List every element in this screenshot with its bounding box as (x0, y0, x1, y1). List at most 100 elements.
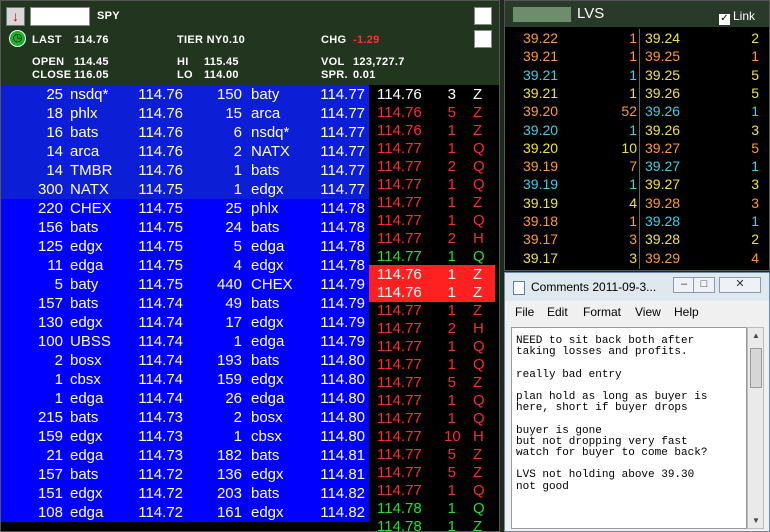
bid-size: 156 (37, 219, 63, 236)
ask-size: 25 (225, 200, 242, 217)
bid-size: 1 (54, 371, 63, 388)
bid-exchange: baty (70, 276, 99, 293)
clock-icon[interactable]: ◷ (9, 30, 26, 47)
ask-size: 4 (233, 257, 242, 274)
lvs-bid-size: 3 (629, 249, 637, 266)
bid-exchange: bats (70, 295, 99, 312)
bid-exchange: cbsx (70, 371, 101, 388)
note-line: taking losses and profits. (516, 346, 688, 359)
tape-size: 1 (447, 302, 456, 319)
lvs-ask-size: 1 (751, 213, 759, 229)
tape-exchange: Q (473, 248, 485, 265)
ask-price: 114.79 (320, 276, 365, 293)
lvs-bid-size: 1 (629, 30, 637, 46)
bid-exchange: nsdq* (70, 86, 109, 103)
tape-size: 3 (447, 86, 456, 103)
bid-price: 114.74 (138, 314, 183, 331)
tape-exchange: Q (473, 356, 485, 373)
spy-header: ↓ SPY ◷ LAST 114.76 TIER NY0.10 CHG -1.2… (1, 1, 499, 85)
lvs-bid-price: 39.17 (523, 231, 559, 248)
ask-exchange: bats (251, 352, 280, 369)
tape-row: 114.77 2 Q (369, 157, 495, 176)
ask-size: 182 (216, 447, 242, 464)
ask-price: 114.78 (320, 219, 365, 236)
ask-exchange: phlx (251, 200, 279, 217)
down-arrow-icon[interactable]: ↓ (6, 7, 25, 26)
bid-exchange: edga (70, 504, 104, 521)
bid-size: 14 (46, 143, 63, 160)
menu-view[interactable]: View (635, 305, 661, 319)
tape-exchange: Q (473, 410, 485, 427)
lvs-ask-price: 39.28 (645, 194, 681, 211)
ask-exchange: edga (251, 238, 285, 255)
menu-file[interactable]: File (515, 305, 534, 319)
bid-exchange: edgx (70, 238, 103, 255)
spy-option-box-top[interactable] (474, 7, 492, 25)
notepad-text-area[interactable]: NEED to sit back both after taking losses… (511, 327, 747, 529)
ask-size: 440 (216, 276, 242, 293)
lvs-ask-price: 39.28 (645, 231, 681, 248)
bid-price: 114.74 (138, 352, 183, 369)
close-button[interactable]: ✕ (719, 277, 761, 293)
notepad-title: Comments 2011-09-3... (531, 280, 657, 294)
lvs-bid-price: 39.17 (523, 249, 559, 266)
symbol-input[interactable] (30, 7, 90, 26)
open-value: 114.45 (74, 56, 109, 68)
scroll-down-icon[interactable]: ▼ (750, 516, 762, 525)
ask-exchange: bats (251, 295, 280, 312)
bid-size: 157 (37, 295, 63, 312)
book-row: 1 edga 114.74 26 edga 114.80 (1, 389, 369, 408)
tape-exchange: H (473, 320, 484, 337)
menu-edit[interactable]: Edit (547, 305, 568, 319)
lvs-ask-size: 5 (751, 139, 759, 156)
link-checkbox[interactable]: ✓ Link (719, 9, 755, 25)
ask-size: 17 (225, 314, 242, 331)
book-row: 16 bats 114.76 6 nsdq* 114.77 (1, 123, 369, 142)
scroll-up-icon[interactable]: ▲ (750, 331, 762, 340)
tape-price: 114.77 (377, 338, 422, 355)
book-row: 11 edga 114.75 4 edgx 114.78 (1, 256, 369, 275)
ask-exchange: bats (251, 447, 280, 464)
tape-size: 5 (447, 464, 456, 481)
bid-exchange: NATX (70, 181, 109, 198)
bid-price: 114.75 (138, 238, 183, 255)
lvs-symbol-input[interactable] (513, 7, 571, 22)
tape-row: 114.77 2 H (369, 319, 495, 338)
ask-exchange: edgx (251, 504, 284, 521)
ask-price: 114.80 (320, 428, 365, 445)
ask-price: 114.77 (320, 143, 365, 160)
notepad-scrollbar[interactable]: ▲ ▼ (747, 327, 764, 529)
note-line: here, short if buyer drops (516, 402, 688, 415)
book-row: 125 edgx 114.75 5 edga 114.78 (1, 237, 369, 256)
book-row: 220 CHEX 114.75 25 phlx 114.78 (1, 199, 369, 218)
close-value: 116.05 (74, 69, 109, 81)
maximize-button[interactable]: □ (693, 277, 715, 293)
ask-exchange: edgx (251, 181, 284, 198)
lvs-ask-price: 39.29 (645, 249, 681, 266)
tape-exchange: Z (473, 86, 483, 103)
tape-row: 114.77 1 Q (369, 211, 495, 230)
tape-size: 1 (447, 518, 456, 532)
lvs-header: LVS ✓ Link (505, 1, 769, 27)
ask-price: 114.77 (320, 124, 365, 141)
tape-size: 1 (447, 248, 456, 265)
tape-exchange: Z (473, 302, 483, 319)
scroll-thumb[interactable] (750, 348, 762, 388)
ask-exchange: bats (251, 162, 280, 179)
tape-row: 114.77 5 Z (369, 445, 495, 464)
tape-row: 114.77 5 Z (369, 373, 495, 392)
ask-price: 114.77 (320, 105, 365, 122)
minimize-button[interactable]: – (673, 277, 695, 293)
tier-label: TIER NY0.10 (177, 34, 246, 46)
lvs-ask-price: 39.27 (645, 139, 681, 156)
tape-size: 1 (447, 338, 456, 355)
ask-exchange: nsdq* (251, 124, 290, 141)
menu-help[interactable]: Help (674, 305, 699, 319)
tape-row: 114.76 1 Z (369, 283, 495, 302)
note-line: watch for buyer to come back? (516, 447, 708, 459)
lvs-ask-price: 39.25 (645, 66, 681, 83)
tape-price: 114.76 (377, 122, 422, 139)
bid-exchange: edgx (70, 428, 103, 445)
spy-option-box-bottom[interactable] (474, 30, 492, 48)
menu-format[interactable]: Format (583, 305, 621, 319)
